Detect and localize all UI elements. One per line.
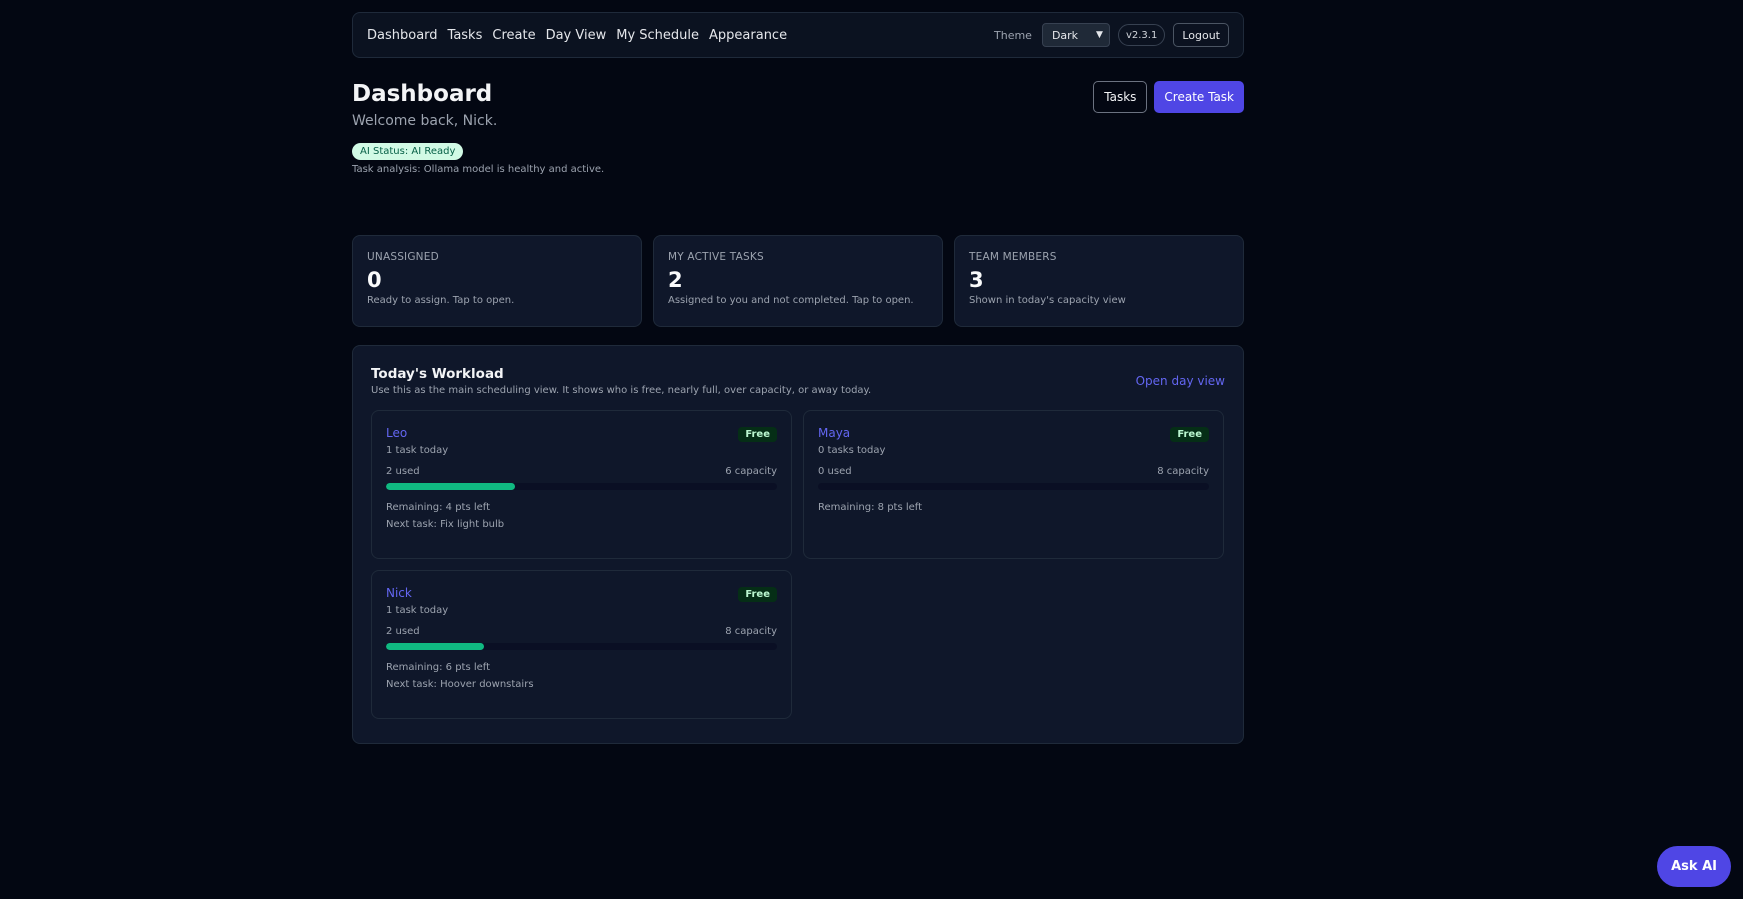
member-card-leo: Leo Free 1 task today 2 used 6 capacity … [371,410,792,559]
member-task-count: 1 task today [386,445,449,456]
stat-description: Assigned to you and not completed. Tap t… [668,295,914,306]
status-badge: Free [738,427,777,442]
stat-card-my-active-tasks[interactable]: MY ACTIVE TASKS 2 Assigned to you and no… [653,235,943,327]
stat-description: Shown in today's capacity view [969,295,1126,306]
nav-right: Theme Dark ▼ v2.3.1 Logout [994,23,1229,47]
stat-value: 3 [969,268,984,292]
top-nav: Dashboard Tasks Create Day View My Sched… [352,12,1244,58]
workload-title: Today's Workload [371,366,504,382]
nav-link-tasks[interactable]: Tasks [448,28,483,43]
version-badge: v2.3.1 [1117,24,1166,46]
welcome-text: Welcome back, Nick. [352,113,498,129]
page-header: Dashboard Welcome back, Nick. AI Status:… [352,81,1244,235]
nav-link-day-view[interactable]: Day View [546,28,607,43]
usage-row: 2 used 6 capacity [386,466,777,477]
nav-links: Dashboard Tasks Create Day View My Sched… [367,28,787,43]
member-card-nick: Nick Free 1 task today 2 used 8 capacity… [371,570,792,719]
create-task-button[interactable]: Create Task [1154,81,1244,113]
page: Dashboard Tasks Create Day View My Sched… [0,0,1743,899]
theme-select-value: Dark [1051,28,1079,42]
theme-select[interactable]: Dark ▼ [1041,23,1110,47]
member-grid: Leo Free 1 task today 2 used 6 capacity … [371,410,1225,719]
stat-value: 0 [367,268,382,292]
nav-link-appearance[interactable]: Appearance [709,28,787,43]
open-day-view-link[interactable]: Open day view [1136,374,1225,388]
used-points: 0 used [818,466,852,477]
used-points: 2 used [386,466,420,477]
capacity-progress-track [386,643,777,650]
ai-status-badge: AI Status: AI Ready [352,143,464,160]
logout-button[interactable]: Logout [1173,23,1229,47]
member-card-maya: Maya Free 0 tasks today 0 used 8 capacit… [803,410,1224,559]
capacity-points: 8 capacity [1157,466,1209,477]
main-container: Dashboard Tasks Create Day View My Sched… [352,12,1244,744]
stat-card-team-members: TEAM MEMBERS 3 Shown in today's capacity… [954,235,1244,327]
remaining-points: Remaining: 4 pts left [386,502,491,513]
nav-link-dashboard[interactable]: Dashboard [367,28,438,43]
status-badge: Free [738,587,777,602]
stat-description: Ready to assign. Tap to open. [367,295,515,306]
capacity-progress-fill [386,643,484,650]
header-actions: Tasks Create Task [1093,81,1244,113]
stat-card-unassigned[interactable]: UNASSIGNED 0 Ready to assign. Tap to ope… [352,235,642,327]
member-name[interactable]: Nick [386,586,777,600]
workload-description: Use this as the main scheduling view. It… [371,385,872,396]
ask-ai-button[interactable]: Ask AI [1657,846,1731,887]
tasks-button[interactable]: Tasks [1093,81,1148,113]
stats-row: UNASSIGNED 0 Ready to assign. Tap to ope… [352,235,1244,327]
member-task-count: 0 tasks today [818,445,886,456]
used-points: 2 used [386,626,420,637]
remaining-points: Remaining: 8 pts left [818,502,923,513]
chevron-down-icon: ▼ [1096,30,1103,40]
theme-label: Theme [994,28,1032,42]
member-name[interactable]: Leo [386,426,777,440]
nav-link-my-schedule[interactable]: My Schedule [616,28,699,43]
ai-status-description: Task analysis: Ollama model is healthy a… [352,164,605,175]
member-name[interactable]: Maya [818,426,1209,440]
workload-panel: Today's Workload Use this as the main sc… [352,345,1244,744]
next-task: Next task: Hoover downstairs [386,679,534,690]
status-badge: Free [1170,427,1209,442]
capacity-progress-fill [386,483,516,490]
nav-link-create[interactable]: Create [492,28,535,43]
capacity-progress-track [818,483,1209,490]
next-task: Next task: Fix light bulb [386,519,505,530]
stat-value: 2 [668,268,683,292]
remaining-points: Remaining: 6 pts left [386,662,491,673]
usage-row: 2 used 8 capacity [386,626,777,637]
stat-label: MY ACTIVE TASKS [668,251,764,263]
usage-row: 0 used 8 capacity [818,466,1209,477]
capacity-points: 6 capacity [725,466,777,477]
stat-label: TEAM MEMBERS [969,251,1057,263]
capacity-points: 8 capacity [725,626,777,637]
stat-label: UNASSIGNED [367,251,439,263]
member-task-count: 1 task today [386,605,449,616]
capacity-progress-track [386,483,777,490]
